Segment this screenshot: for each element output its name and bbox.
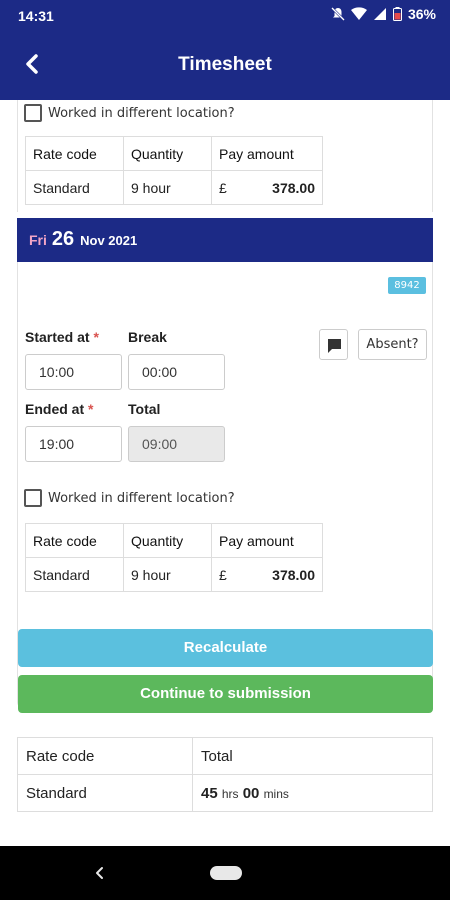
status-bar: 14:31 36%	[0, 0, 450, 32]
cell-pay-amount: £378.00	[211, 557, 323, 592]
job-number-badge: 8942	[388, 277, 426, 294]
day-header: Fri 26 Nov 2021	[17, 218, 433, 262]
chevron-left-icon	[96, 867, 103, 879]
ended-at-label: Ended at *	[25, 401, 93, 417]
location-label: Worked in different location?	[48, 490, 235, 506]
cell-pay-amount: £378.00	[211, 170, 323, 205]
system-back-button[interactable]	[92, 864, 108, 882]
page-title: Timesheet	[178, 54, 272, 75]
wifi-icon	[350, 7, 367, 20]
cell-rate-code: Standard	[25, 170, 124, 205]
summary-rate-code: Standard	[17, 774, 193, 812]
table-header-row: Rate code Quantity Pay amount	[25, 523, 323, 558]
col-rate-code: Rate code	[25, 523, 124, 558]
summary-col-total: Total	[192, 737, 433, 775]
location-row: Worked in different location?	[24, 489, 235, 507]
table-row: Standard 45 hrs 00 mins	[17, 774, 433, 812]
cell-quantity: 9 hour	[123, 170, 212, 205]
status-icons: 36%	[331, 6, 436, 22]
location-checkbox[interactable]	[24, 489, 42, 507]
currency-symbol: £	[219, 566, 227, 583]
amount-value: 378.00	[272, 566, 315, 583]
col-pay-amount: Pay amount	[211, 136, 323, 171]
prev-location-row: Worked in different location?	[24, 104, 235, 122]
total-label: Total	[128, 401, 161, 417]
required-mark: *	[88, 401, 94, 417]
prev-rate-table: Rate code Quantity Pay amount Standard 9…	[25, 136, 323, 205]
continue-to-submission-button[interactable]: Continue to submission	[18, 675, 433, 713]
started-at-input[interactable]: 10:00	[25, 354, 122, 390]
prev-location-label: Worked in different location?	[48, 105, 235, 121]
day-of-week: Fri	[29, 232, 47, 248]
mute-icon	[331, 7, 345, 21]
col-rate-code: Rate code	[25, 136, 124, 171]
break-label: Break	[128, 329, 167, 345]
comment-icon	[328, 339, 341, 353]
summary-table: Rate code Total Standard 45 hrs 00 mins	[17, 737, 433, 812]
day-number: 26	[51, 228, 75, 250]
started-at-text: Started at	[25, 329, 90, 345]
absent-button[interactable]: Absent?	[358, 329, 427, 360]
comment-button[interactable]	[319, 329, 348, 360]
system-home-pill[interactable]	[210, 866, 242, 880]
required-mark: *	[93, 329, 99, 345]
total-minutes: 00	[242, 784, 260, 802]
table-row: Standard 9 hour £378.00	[25, 557, 323, 592]
month-year: Nov 2021	[80, 233, 138, 248]
table-row: Standard 9 hour £378.00	[25, 170, 323, 205]
amount-value: 378.00	[272, 179, 315, 196]
total-input: 09:00	[128, 426, 225, 462]
status-time: 14:31	[18, 8, 54, 24]
started-at-label: Started at *	[25, 329, 99, 345]
table-header-row: Rate code Quantity Pay amount	[25, 136, 323, 171]
col-quantity: Quantity	[123, 523, 212, 558]
col-quantity: Quantity	[123, 136, 212, 171]
currency-symbol: £	[219, 179, 227, 196]
app-bar: Timesheet	[0, 32, 450, 100]
col-pay-amount: Pay amount	[211, 523, 323, 558]
minutes-unit: mins	[263, 786, 289, 801]
day-rate-table: Rate code Quantity Pay amount Standard 9…	[25, 523, 323, 592]
summary-header-row: Rate code Total	[17, 737, 433, 775]
ended-at-input[interactable]: 19:00	[25, 426, 122, 462]
battery-percent: 36%	[407, 6, 436, 22]
break-input[interactable]: 00:00	[128, 354, 225, 390]
recalculate-button[interactable]: Recalculate	[18, 629, 433, 667]
prev-location-checkbox[interactable]	[24, 104, 42, 122]
timesheet-content[interactable]: Worked in different location? Rate code …	[0, 100, 450, 846]
summary-total: 45 hrs 00 mins	[192, 774, 433, 812]
signal-icon	[373, 8, 386, 20]
cell-quantity: 9 hour	[123, 557, 212, 592]
cell-rate-code: Standard	[25, 557, 124, 592]
ended-at-text: Ended at	[25, 401, 85, 417]
battery-icon	[392, 7, 402, 21]
hours-unit: hrs	[221, 786, 239, 801]
summary-col-rate-code: Rate code	[17, 737, 193, 775]
system-nav-bar	[0, 846, 450, 900]
total-hours: 45	[201, 784, 218, 802]
